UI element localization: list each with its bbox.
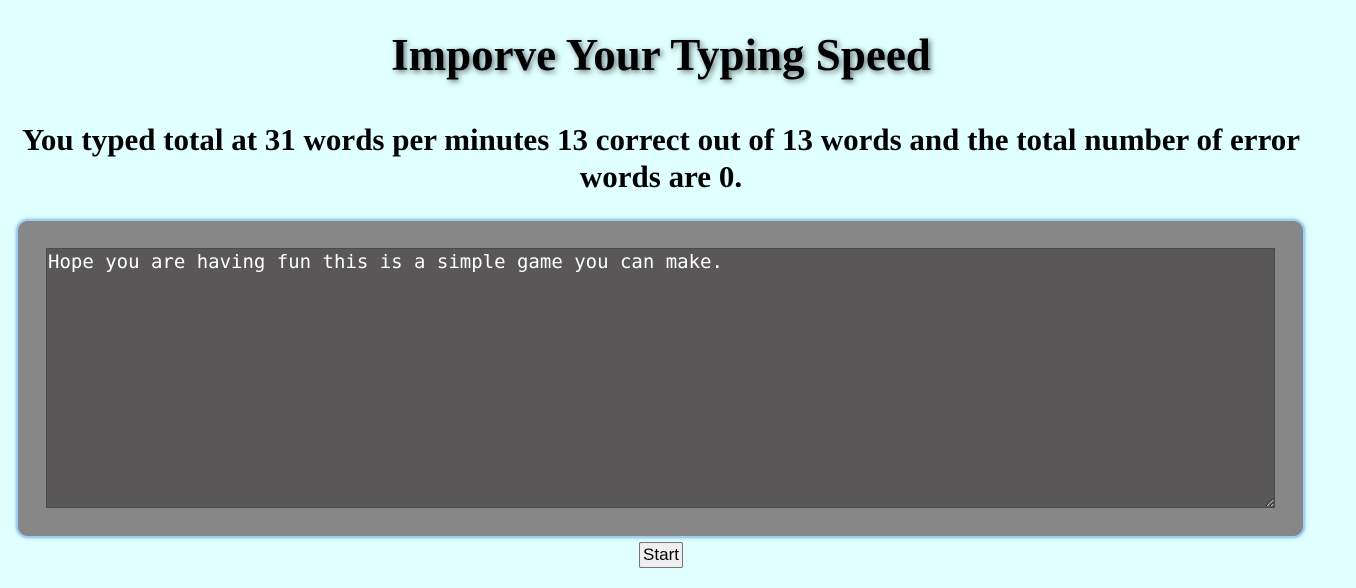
page-title: Imporve Your Typing Speed	[391, 30, 931, 80]
typing-textarea[interactable]: Hope you are having fun this is a simple…	[46, 248, 1275, 508]
typing-panel: Hope you are having fun this is a simple…	[16, 219, 1305, 538]
typing-result: You typed total at 31 words per minutes …	[21, 122, 1301, 194]
start-button[interactable]: Start	[639, 542, 683, 568]
